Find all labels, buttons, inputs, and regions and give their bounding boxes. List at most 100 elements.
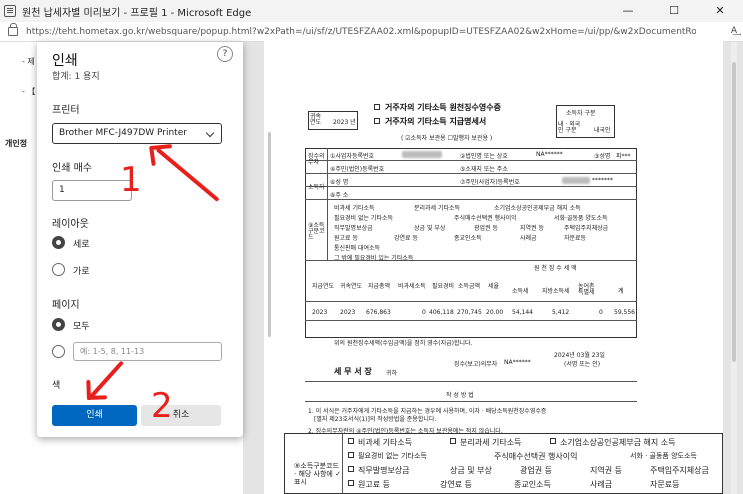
printer-select[interactable]: Brother MFC-J497DW Printer xyxy=(52,123,222,144)
radio-landscape[interactable] xyxy=(52,263,65,276)
name-value: 피*** xyxy=(616,153,631,160)
name-label: ③성명 xyxy=(594,153,611,160)
option-item: 주식매수선택권 행사이익 xyxy=(454,215,517,222)
minimize-button[interactable]: — xyxy=(605,0,651,22)
pages-label: 페이지 xyxy=(52,300,80,311)
pages-input[interactable]: 예: 1-5, 8, 11-13 xyxy=(73,342,222,361)
option-item: 서화·골동품 양도소득 xyxy=(554,215,608,222)
cell-farm: 0 xyxy=(599,309,603,316)
checkbox-icon xyxy=(348,438,354,444)
cell-income: 270,745 xyxy=(457,309,482,316)
big-option: 비과세 기타소득 xyxy=(358,438,413,447)
option-item: 강연료 등 xyxy=(394,235,418,242)
tax-header: 원 천 징 수 세 액 xyxy=(534,265,577,272)
landscape-label: 가로 xyxy=(73,267,90,277)
year-value: 2023 년 xyxy=(333,119,356,126)
restore-button[interactable]: ☐ xyxy=(651,0,697,22)
big-option: 필요경비 없는 기타소득 xyxy=(358,452,427,460)
print-dialog: 인쇄 합계: 1 용지 ? 프린터 Brother MFC-J497DW Pri… xyxy=(37,42,271,437)
reg-label: ④주민(법인)등록번호 xyxy=(330,166,385,173)
addr-label: ⑤소재지 또는 주소 xyxy=(460,166,508,173)
close-button[interactable]: ✕ xyxy=(697,0,743,22)
tax-office: 세 무 서 장 xyxy=(334,367,372,376)
color-label: 색 xyxy=(52,381,61,391)
annotation-arrowhead-2b xyxy=(86,379,91,401)
bg-side-label: 개인정 xyxy=(5,139,28,148)
option-item: 분리과세 기타소득 xyxy=(414,205,461,212)
big-option: 사례금 xyxy=(590,480,613,489)
big-option: 서화 · 골동품 양도소득 xyxy=(630,452,697,460)
honorific: 귀하 xyxy=(386,370,398,377)
annotation-number-1: 1 xyxy=(120,160,142,200)
page-icon xyxy=(4,5,16,17)
option-item: 원고료 등 xyxy=(334,235,358,242)
checkbox-icon xyxy=(348,452,354,458)
radio-pages-custom[interactable] xyxy=(52,345,65,358)
cell-total: 676,863 xyxy=(366,309,391,316)
cell-tax: 54,144 xyxy=(512,309,533,316)
option-item: 지역권 등 xyxy=(520,225,544,232)
big-option: 주택입주지체상금 xyxy=(650,466,709,475)
help-icon[interactable]: ? xyxy=(217,46,233,62)
resident-header: 소득자 구분 xyxy=(566,110,596,117)
radio-portrait[interactable] xyxy=(52,236,65,249)
big-option: 종교인소득 xyxy=(514,480,551,489)
year-label: 귀속연도 xyxy=(310,113,322,126)
cell-rate: 20.00 xyxy=(486,309,504,316)
title-bar: 원천 납세자별 미리보기 - 프로필 1 - Microsoft Edge — … xyxy=(0,0,743,22)
checkbox-icon xyxy=(348,466,354,472)
col-income: 소득금액 xyxy=(458,283,481,290)
checkbox-icon xyxy=(374,118,380,124)
sreg-label: ⑦주민(사업자)등록번호 xyxy=(460,179,520,186)
col-local: 지방소득세 xyxy=(542,288,570,295)
option-item: 상금 및 부상 xyxy=(414,225,446,232)
preview-scroll-thumb[interactable] xyxy=(732,62,736,362)
preview-scrollbar[interactable] xyxy=(731,42,737,494)
option-item: 주택입주지체상금 xyxy=(564,225,609,232)
col-nontax: 비과세소득 xyxy=(398,283,426,290)
page-total: 합계: 1 용지 xyxy=(52,72,100,82)
recipient-section-label: 소득자 xyxy=(308,184,325,191)
portrait-label: 세로 xyxy=(73,240,90,250)
option-item: 사례금 xyxy=(520,235,537,242)
form-title-2: 거주자의 기타소득 지급명세서 xyxy=(385,117,487,126)
address-bar: https://teht.hometax.go.kr/websquare/pop… xyxy=(0,22,743,42)
chevron-down-icon xyxy=(205,128,215,138)
printer-label: 프린터 xyxy=(52,105,80,116)
option-item: 직무발명보상금 xyxy=(334,225,373,232)
cell-pay-year: 2023 xyxy=(312,309,328,316)
income-kind-label: ⑨소득구분코드 xyxy=(308,222,325,241)
radio-pages-all[interactable] xyxy=(52,318,65,331)
sign-text: (서명 또는 인) xyxy=(564,361,601,368)
checkbox-icon xyxy=(550,438,556,444)
big-option: 소기업소상공인공제부금 해지 소득 xyxy=(560,438,676,447)
copy-type: ( ☑소득자 보관용 ☐발행자 보관용 ) xyxy=(401,135,493,142)
payer-label: 징수(보고)의무자 xyxy=(454,361,498,368)
dialog-scrollbar[interactable] xyxy=(268,132,271,337)
note-1b: [별지 제23호서식(1)]의 작성방법을 준용합니다. xyxy=(314,416,437,423)
id-label: ①사업자등록번호 xyxy=(330,153,375,160)
col-rate: 세율 xyxy=(488,283,500,290)
resident-label: 내 · 외국인 구분 xyxy=(558,121,581,134)
lock-icon[interactable] xyxy=(8,23,18,36)
col-total: 지급총액 xyxy=(368,283,391,290)
sname-label: ⑥성 명 xyxy=(330,179,349,186)
cell-attr-year: 2023 xyxy=(340,309,356,316)
url-text[interactable]: https://teht.hometax.go.kr/websquare/pop… xyxy=(26,27,696,37)
form-title-1: 거주자의 기타소득 원천징수영수증 xyxy=(385,103,501,112)
col-pay-year: 지급연도 xyxy=(312,283,335,290)
issue-date: 2024년 03월 23일 xyxy=(554,352,605,359)
big-option: 지역권 등 xyxy=(590,466,622,475)
big-option: 분리과세 기타소득 xyxy=(460,438,522,447)
col-farm: 농어촌특별세 xyxy=(578,283,595,296)
read-aloud-icon[interactable]: A͢ xyxy=(731,26,737,36)
big-option: 원고료 등 xyxy=(358,480,390,489)
printer-value: Brother MFC-J497DW Printer xyxy=(59,128,187,138)
saddr-label: ⑧주 소 xyxy=(330,192,349,199)
cell-expense: 406,118 xyxy=(429,309,454,316)
payer-section-label: 징수의무자 xyxy=(308,153,325,166)
col-tax: 소득세 xyxy=(512,288,529,295)
option-item: 그 밖에 필요경비 있는 기타소득 xyxy=(334,255,414,262)
print-button[interactable]: 인쇄 xyxy=(52,405,137,426)
big-option: 강연료 등 xyxy=(440,480,472,489)
